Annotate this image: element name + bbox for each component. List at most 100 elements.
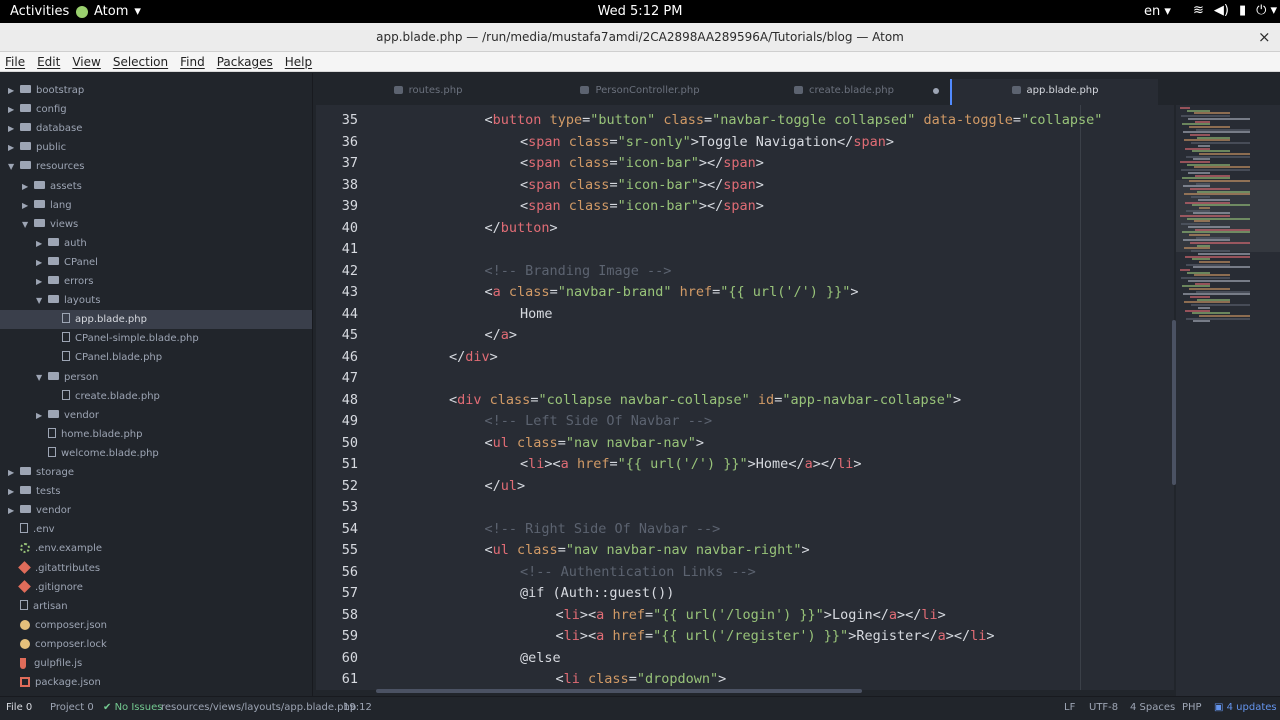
updates-indicator[interactable]: ▣ 4 updates [1214, 697, 1277, 719]
line-number[interactable]: 44 [318, 304, 358, 326]
encoding[interactable]: UTF-8 [1089, 697, 1118, 719]
line-number[interactable]: 37 [318, 153, 358, 175]
clock[interactable]: Wed 5:12 PM [0, 4, 1280, 19]
code-line[interactable]: </a> [485, 325, 518, 347]
line-number[interactable]: 36 [318, 132, 358, 154]
grammar-selector[interactable]: PHP [1182, 697, 1202, 719]
tree-file[interactable]: CPanel-simple.blade.php [0, 329, 312, 348]
code-line[interactable]: <ul class="nav navbar-nav navbar-right"> [485, 540, 810, 562]
project-tree[interactable]: ▶ bootstrap ▶ config ▶ database ▶ public ▼ resour… [0, 73, 313, 696]
code-line[interactable]: <span class="sr-only">Toggle Navigation<… [520, 132, 894, 154]
code-line[interactable]: Home [520, 304, 553, 326]
close-window-button[interactable]: × [1258, 28, 1271, 46]
line-number[interactable]: 52 [318, 476, 358, 498]
code-line[interactable]: </div> [449, 347, 498, 369]
line-number[interactable]: 50 [318, 433, 358, 455]
line-number[interactable]: 54 [318, 519, 358, 541]
code-line[interactable]: <div class="collapse navbar-collapse" id… [449, 390, 961, 412]
line-ending[interactable]: LF [1064, 697, 1075, 719]
tree-file[interactable]: .gitattributes [0, 559, 312, 578]
project-count-tile[interactable]: Project 0 [50, 697, 94, 719]
tree-folder[interactable]: ▶ assets [0, 177, 312, 196]
tab-person-controller[interactable]: PersonController.php [542, 79, 738, 105]
tree-file[interactable]: welcome.blade.php [0, 444, 312, 463]
tree-file[interactable]: gulpfile.js [0, 654, 312, 673]
menu-view[interactable]: View [72, 55, 100, 69]
line-number[interactable]: 60 [318, 648, 358, 670]
tree-folder[interactable]: ▼ resources [0, 157, 312, 176]
code-line[interactable]: <li><a href="{{ url('/') }}">Home</a></l… [520, 454, 862, 476]
tree-file[interactable]: app.blade.php [0, 310, 312, 330]
file-path[interactable]: resources/views/layouts/app.blade.php [161, 697, 356, 719]
code-line[interactable]: </button> [485, 218, 558, 240]
code-line[interactable]: <a class="navbar-brand" href="{{ url('/'… [485, 282, 859, 304]
tab-routes[interactable]: routes.php [314, 79, 542, 105]
system-tray[interactable]: ≋ ◀) ▮ ⏻ ▾ [1193, 3, 1277, 18]
tree-folder[interactable]: ▶ errors [0, 272, 312, 291]
code-line[interactable]: @if (Auth::guest()) [520, 583, 674, 605]
tree-folder[interactable]: ▶ CPanel [0, 253, 312, 272]
line-number[interactable]: 35 [318, 110, 358, 132]
line-number[interactable]: 46 [318, 347, 358, 369]
menu-find[interactable]: Find [180, 55, 205, 69]
tab-app-blade[interactable]: app.blade.php [950, 79, 1158, 105]
tree-folder[interactable]: ▶ database [0, 119, 312, 138]
menu-file[interactable]: File [5, 55, 25, 69]
menu-selection[interactable]: Selection [113, 55, 168, 69]
tree-file[interactable]: .env.example [0, 539, 312, 558]
tree-folder[interactable]: ▶ lang [0, 196, 312, 215]
code-line[interactable]: <!-- Authentication Links --> [520, 562, 756, 584]
line-number[interactable]: 42 [318, 261, 358, 283]
tree-folder[interactable]: ▶ vendor [0, 406, 312, 425]
line-number[interactable]: 48 [318, 390, 358, 412]
code-line[interactable]: <!-- Left Side Of Navbar --> [485, 411, 713, 433]
tree-file[interactable]: package.json [0, 673, 312, 692]
menu-help[interactable]: Help [285, 55, 312, 69]
tree-folder[interactable]: ▶ tests [0, 482, 312, 501]
code-editor[interactable]: 35 36 37 38 39 40 41 42 43 44 45 46 47 48 49 50 51 52 53 54… [316, 105, 1174, 690]
tree-folder[interactable]: ▶ auth [0, 234, 312, 253]
minimap[interactable] [1176, 105, 1280, 696]
tree-file[interactable]: CPanel.blade.php [0, 348, 312, 367]
tree-file[interactable]: create.blade.php [0, 387, 312, 406]
tree-folder[interactable]: ▶ config [0, 100, 312, 119]
code-line[interactable]: </ul> [485, 476, 526, 498]
line-number[interactable]: 41 [318, 239, 358, 261]
tree-folder[interactable]: ▼ views [0, 215, 312, 234]
line-number[interactable]: 55 [318, 540, 358, 562]
code-line[interactable]: <li class="dropdown"> [556, 669, 727, 690]
line-number[interactable]: 40 [318, 218, 358, 240]
line-number[interactable]: 53 [318, 497, 358, 519]
code-line[interactable]: <span class="icon-bar"></span> [520, 153, 764, 175]
menu-packages[interactable]: Packages [217, 55, 273, 69]
tree-file[interactable]: composer.json [0, 616, 312, 635]
tree-file[interactable]: artisan [0, 597, 312, 616]
line-number[interactable]: 38 [318, 175, 358, 197]
tree-folder[interactable]: ▼ person [0, 368, 312, 387]
line-number-gutter[interactable]: 35 36 37 38 39 40 41 42 43 44 45 46 47 48 49 50 51 52 53 54… [316, 105, 376, 690]
tree-file[interactable]: .gitignore [0, 578, 312, 597]
tab-create-blade[interactable]: create.blade.php [738, 79, 950, 105]
code-line[interactable]: <!-- Branding Image --> [485, 261, 672, 283]
app-menu[interactable]: Atom ▾ [76, 4, 141, 19]
line-number[interactable]: 47 [318, 368, 358, 390]
activities-button[interactable]: Activities [10, 4, 69, 19]
language-selector[interactable]: en ▾ [1144, 4, 1171, 19]
code-line[interactable]: <span class="icon-bar"></span> [520, 175, 764, 197]
tree-folder[interactable]: ▶ vendor [0, 501, 312, 520]
code-line[interactable]: <button type="button" class="navbar-togg… [485, 110, 1103, 132]
code-line[interactable]: <ul class="nav navbar-nav"> [485, 433, 705, 455]
line-number[interactable]: 51 [318, 454, 358, 476]
line-number[interactable]: 49 [318, 411, 358, 433]
line-number[interactable]: 58 [318, 605, 358, 627]
cursor-position[interactable]: 19:12 [343, 697, 372, 719]
tree-file[interactable]: home.blade.php [0, 425, 312, 444]
tree-folder[interactable]: ▶ bootstrap [0, 81, 312, 100]
line-number[interactable]: 45 [318, 325, 358, 347]
menu-edit[interactable]: Edit [37, 55, 60, 69]
code-line[interactable]: <span class="icon-bar"></span> [520, 196, 764, 218]
tree-file[interactable]: composer.lock [0, 635, 312, 654]
code-line[interactable]: <li><a href="{{ url('/login') }}">Login<… [556, 605, 946, 627]
linter-status[interactable]: ✔ No Issues [103, 697, 162, 719]
code-line[interactable]: <!-- Right Side Of Navbar --> [485, 519, 721, 541]
